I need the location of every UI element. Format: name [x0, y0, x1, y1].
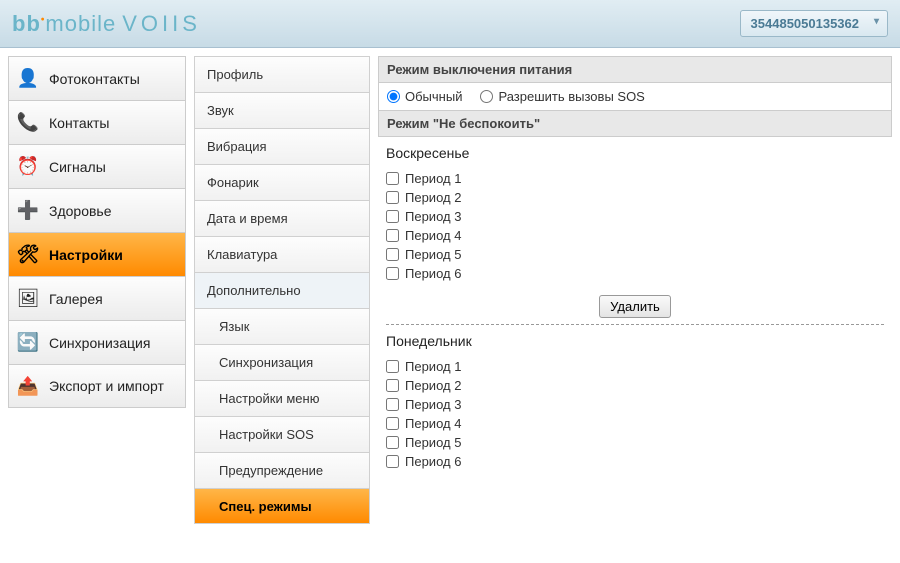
- radio-sos[interactable]: Разрешить вызовы SOS: [480, 89, 644, 104]
- radio-normal-label: Обычный: [405, 89, 462, 104]
- radio-sos-input[interactable]: [480, 90, 493, 103]
- nav-label: Синхронизация: [49, 335, 150, 351]
- period-label: Период 3: [405, 397, 461, 412]
- period-row: Период 4: [386, 414, 884, 433]
- period-checkbox[interactable]: [386, 360, 399, 373]
- header: bb•mobile VOIIS 354485050135362: [0, 0, 900, 48]
- power-mode-radios: Обычный Разрешить вызовы SOS: [378, 83, 892, 111]
- period-label: Период 4: [405, 228, 461, 243]
- nav-contacts[interactable]: 📞 Контакты: [8, 100, 186, 144]
- period-row: Период 3: [386, 395, 884, 414]
- subnav-item[interactable]: Фонарик: [194, 164, 370, 200]
- subnav-item[interactable]: Дата и время: [194, 200, 370, 236]
- nav-photo-contacts[interactable]: 👤 Фотоконтакты: [8, 56, 186, 100]
- nav-contacts-icon: 📞: [17, 112, 39, 134]
- radio-normal-input[interactable]: [387, 90, 400, 103]
- period-row: Период 6: [386, 264, 884, 283]
- period-label: Период 4: [405, 416, 461, 431]
- period-checkbox[interactable]: [386, 398, 399, 411]
- dnd-header: Режим "Не беспокоить": [378, 111, 892, 137]
- nav-sync[interactable]: 🔄 Синхронизация: [8, 320, 186, 364]
- nav-export-icon: 📤: [17, 375, 39, 397]
- period-checkbox[interactable]: [386, 417, 399, 430]
- subnav-item[interactable]: Звук: [194, 92, 370, 128]
- subnav-item[interactable]: Настройки SOS: [194, 416, 370, 452]
- period-row: Период 5: [386, 433, 884, 452]
- period-checkbox[interactable]: [386, 455, 399, 468]
- subnav-item[interactable]: Вибрация: [194, 128, 370, 164]
- nav-settings[interactable]: 🛠 Настройки: [8, 232, 186, 276]
- day-block: Воскресенье Период 1 Период 2 Период 3 Перио…: [378, 137, 892, 287]
- period-label: Период 3: [405, 209, 461, 224]
- period-label: Период 1: [405, 171, 461, 186]
- power-mode-header: Режим выключения питания: [378, 56, 892, 83]
- device-selector[interactable]: 354485050135362: [740, 10, 888, 37]
- day-block: Понедельник Период 1 Период 2 Период 3 Перио…: [378, 325, 892, 475]
- subnav-item[interactable]: Спец. режимы: [194, 488, 370, 524]
- period-label: Период 2: [405, 378, 461, 393]
- period-label: Период 2: [405, 190, 461, 205]
- nav-label: Фотоконтакты: [49, 71, 140, 87]
- nav-health-icon: ➕: [17, 200, 39, 222]
- nav-label: Сигналы: [49, 159, 106, 175]
- period-label: Период 5: [405, 247, 461, 262]
- period-row: Период 3: [386, 207, 884, 226]
- period-label: Период 1: [405, 359, 461, 374]
- subnav-item[interactable]: Клавиатура: [194, 236, 370, 272]
- period-row: Период 2: [386, 188, 884, 207]
- logo: bb•mobile VOIIS: [12, 11, 201, 37]
- nav-export[interactable]: 📤 Экспорт и импорт: [8, 364, 186, 408]
- nav-settings-icon: 🛠: [17, 244, 39, 266]
- period-checkbox[interactable]: [386, 172, 399, 185]
- period-label: Период 5: [405, 435, 461, 450]
- nav-gallery[interactable]: 🖼 Галерея: [8, 276, 186, 320]
- period-checkbox[interactable]: [386, 229, 399, 242]
- delete-button[interactable]: Удалить: [599, 295, 671, 318]
- nav-label: Экспорт и импорт: [49, 378, 164, 394]
- nav-signals-icon: ⏰: [17, 156, 39, 178]
- period-checkbox[interactable]: [386, 248, 399, 261]
- day-title: Понедельник: [386, 333, 884, 349]
- delete-row: Удалить: [386, 287, 884, 325]
- period-label: Период 6: [405, 454, 461, 469]
- period-checkbox[interactable]: [386, 267, 399, 280]
- radio-normal[interactable]: Обычный: [387, 89, 462, 104]
- subnav-item[interactable]: Дополнительно: [194, 272, 370, 308]
- day-title: Воскресенье: [386, 145, 884, 161]
- period-row: Период 1: [386, 357, 884, 376]
- subnav-item[interactable]: Профиль: [194, 56, 370, 92]
- nav-gallery-icon: 🖼: [17, 288, 39, 310]
- nav-health[interactable]: ➕ Здоровье: [8, 188, 186, 232]
- period-row: Период 5: [386, 245, 884, 264]
- logo-voiis: VOIIS: [122, 11, 201, 37]
- nav-label: Контакты: [49, 115, 109, 131]
- subnav-item[interactable]: Синхронизация: [194, 344, 370, 380]
- period-checkbox[interactable]: [386, 191, 399, 204]
- radio-sos-label: Разрешить вызовы SOS: [498, 89, 644, 104]
- subnav-item[interactable]: Предупреждение: [194, 452, 370, 488]
- content-area: Режим выключения питания Обычный Разреши…: [378, 56, 892, 524]
- primary-nav: 👤 Фотоконтакты 📞 Контакты ⏰ Сигналы ➕ Здоровье 🛠…: [8, 56, 186, 524]
- period-row: Период 2: [386, 376, 884, 395]
- period-row: Период 6: [386, 452, 884, 471]
- period-label: Период 6: [405, 266, 461, 281]
- period-checkbox[interactable]: [386, 210, 399, 223]
- secondary-nav: ПрофильЗвукВибрацияФонарикДата и времяКл…: [194, 56, 370, 524]
- logo-bb: bb•mobile: [12, 11, 116, 37]
- nav-label: Галерея: [49, 291, 103, 307]
- period-checkbox[interactable]: [386, 436, 399, 449]
- nav-sync-icon: 🔄: [17, 332, 39, 354]
- nav-signals[interactable]: ⏰ Сигналы: [8, 144, 186, 188]
- period-checkbox[interactable]: [386, 379, 399, 392]
- nav-photo-contacts-icon: 👤: [17, 68, 39, 90]
- period-row: Период 1: [386, 169, 884, 188]
- subnav-item[interactable]: Настройки меню: [194, 380, 370, 416]
- period-row: Период 4: [386, 226, 884, 245]
- nav-label: Настройки: [49, 247, 123, 263]
- nav-label: Здоровье: [49, 203, 112, 219]
- subnav-item[interactable]: Язык: [194, 308, 370, 344]
